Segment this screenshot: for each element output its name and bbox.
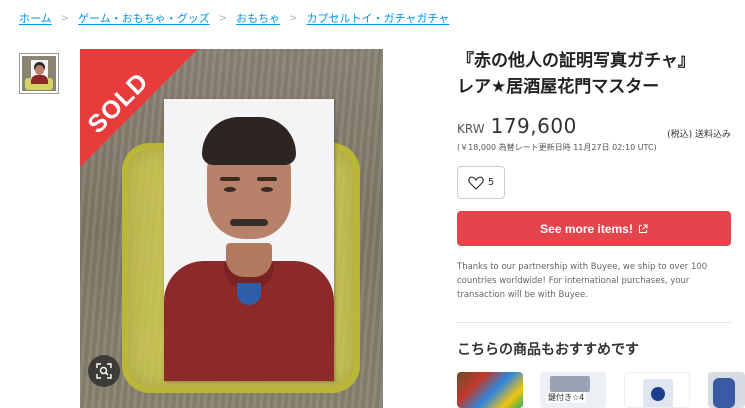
thumbnail-image[interactable] [19, 53, 59, 94]
hair [202, 117, 296, 165]
buyee-partner-text: Thanks to our partnership with Buyee, we… [457, 262, 708, 300]
divider [457, 322, 731, 323]
chevron-right-icon: > [218, 12, 228, 24]
exchange-rate-note: (￥18,000 為替レート更新日時 11月27日 02:10 UTC) [457, 143, 657, 152]
like-count: 5 [487, 177, 495, 188]
currency-code: KRW [457, 122, 485, 136]
external-link-icon [638, 224, 648, 233]
recommend-item[interactable] [708, 372, 745, 408]
product-title-line1: 『赤の他人の証明写真ガチャ』 [457, 51, 695, 71]
recommend-item-tag: 鍵付き☆4 [546, 392, 587, 403]
thumbnail-background [22, 56, 56, 91]
zoom-button[interactable] [88, 355, 120, 387]
eye-right [261, 187, 273, 192]
neck [226, 243, 272, 277]
breadcrumb-games[interactable]: ゲーム・おもちゃ・グッズ [78, 10, 210, 26]
eye-left [224, 187, 236, 192]
recommend-item-image [550, 376, 590, 392]
eyebrow-right [257, 177, 277, 181]
eyebrow-left [220, 177, 240, 181]
price-row: KRW 179,600 (税込) 送料込み [457, 114, 731, 140]
recommend-item[interactable]: 鍵付き☆4 [540, 372, 606, 408]
tax-note: (税込) 送料込み [667, 130, 731, 140]
product-title: 『赤の他人の証明写真ガチャ』 レア★居酒屋花門マスター [457, 48, 737, 100]
recommend-item[interactable] [457, 372, 523, 408]
thumbnail-photo [31, 60, 48, 84]
recommend-item[interactable] [624, 372, 690, 408]
breadcrumb-capsule-toys[interactable]: カプセルトイ・ガチャガチャ [307, 10, 450, 26]
like-button[interactable]: 5 [457, 166, 505, 199]
chevron-right-icon: > [60, 12, 70, 24]
heart-icon [468, 176, 484, 190]
recommend-item-image [713, 378, 735, 408]
see-more-items-button[interactable]: See more items! [457, 211, 731, 246]
product-title-line2: レア★居酒屋花門マスター [457, 77, 660, 97]
main-product-image[interactable]: SOLD [80, 49, 383, 408]
price-value: 179,600 [490, 114, 577, 138]
see-more-items-label: See more items! [540, 221, 633, 236]
breadcrumb-toys[interactable]: おもちゃ [236, 10, 280, 26]
recommend-item-logo [651, 387, 665, 401]
mustache [230, 219, 268, 226]
breadcrumb-home[interactable]: ホーム [19, 10, 52, 26]
recommend-title: こちらの商品もおすすめです [457, 342, 639, 358]
chevron-right-icon: > [289, 12, 298, 24]
zoom-search-icon [96, 363, 112, 379]
breadcrumb: ホーム > ゲーム・おもちゃ・グッズ > おもちゃ > カプセルトイ・ガチャガチ… [19, 10, 449, 26]
